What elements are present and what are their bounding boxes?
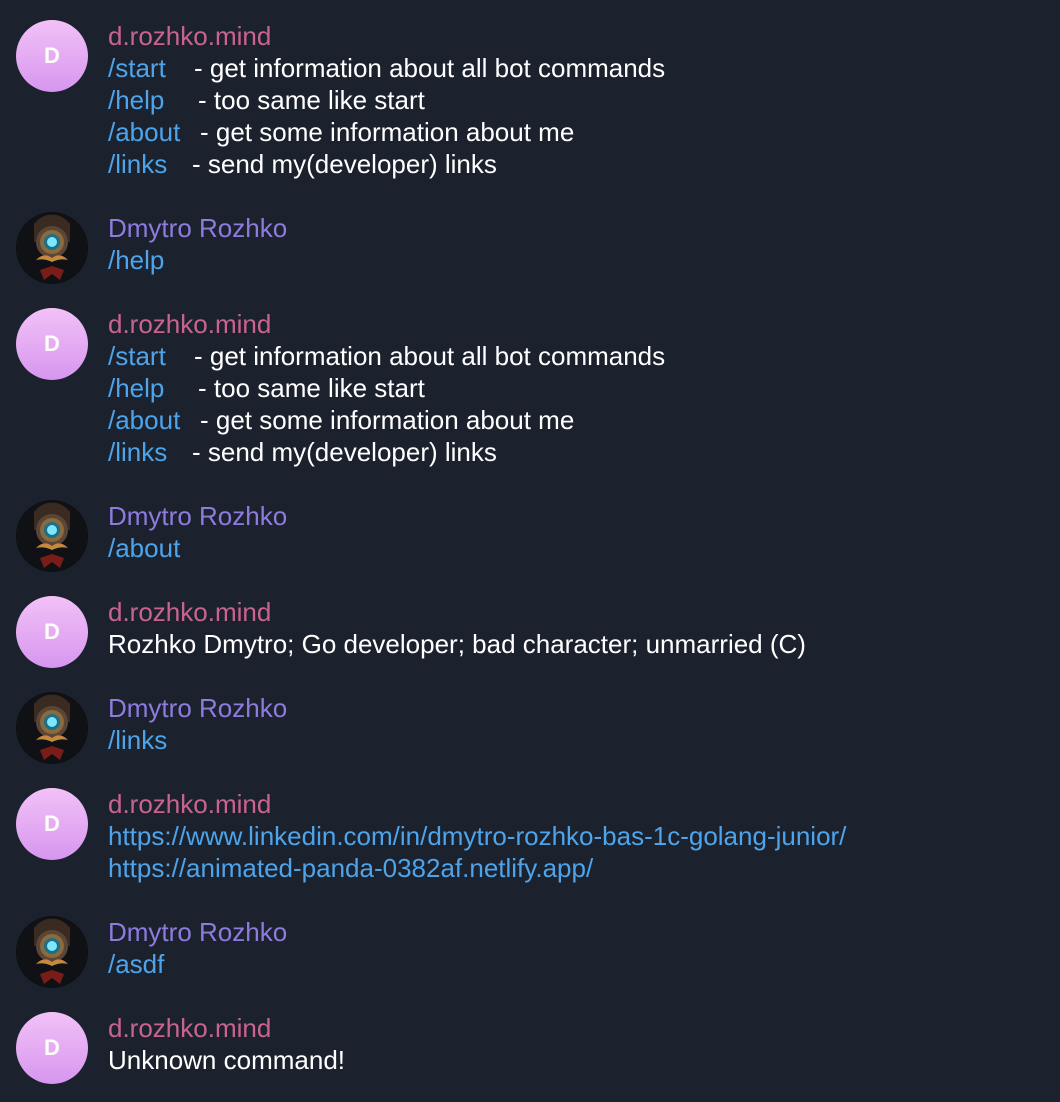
help-line: /about - get some information about me — [108, 116, 1050, 148]
avatar-letter: D — [44, 619, 60, 644]
command-description: - too same like start — [198, 373, 425, 403]
bot-avatar[interactable]: D — [16, 308, 88, 380]
command-link[interactable]: /links — [108, 436, 192, 468]
message-content: d.rozhko.mind /start - get information ab… — [108, 20, 1050, 180]
chat-history: D d.rozhko.mind /start - get information … — [0, 0, 1060, 1102]
url-link[interactable]: https://animated-panda-0382af.netlify.ap… — [108, 852, 1050, 884]
sender-name[interactable]: d.rozhko.mind — [108, 596, 1050, 628]
avatar-letter: D — [44, 331, 60, 356]
help-line: /help - too same like start — [108, 372, 1050, 404]
command-description: - get some information about me — [200, 405, 575, 435]
message-content: d.rozhko.mind https://www.linkedin.com/i… — [108, 788, 1050, 884]
bot-avatar[interactable]: D — [16, 788, 88, 860]
bot-avatar[interactable]: D — [16, 596, 88, 668]
command-description: - too same like start — [198, 85, 425, 115]
sender-name[interactable]: Dmytro Rozhko — [108, 500, 1050, 532]
command-description: - send my(developer) links — [192, 149, 497, 179]
sender-name[interactable]: Dmytro Rozhko — [108, 692, 1050, 724]
user-avatar[interactable] — [16, 692, 88, 764]
help-line: /help - too same like start — [108, 84, 1050, 116]
robot-portrait-icon — [16, 916, 88, 988]
message-content: Dmytro Rozhko /about — [108, 500, 1050, 564]
user-avatar[interactable] — [16, 500, 88, 572]
message-text: Rozhko Dmytro; Go developer; bad charact… — [108, 629, 806, 659]
avatar-letter: D — [44, 1035, 60, 1060]
robot-portrait-icon — [16, 500, 88, 572]
command-link[interactable]: /about — [108, 116, 200, 148]
command-link[interactable]: /start — [108, 52, 194, 84]
sender-name[interactable]: d.rozhko.mind — [108, 308, 1050, 340]
avatar-letter: D — [44, 43, 60, 68]
robot-portrait-icon — [16, 212, 88, 284]
message-content: d.rozhko.mind /start - get information ab… — [108, 308, 1050, 468]
help-line: /start - get information about all bot co… — [108, 52, 1050, 84]
message-content: Dmytro Rozhko /links — [108, 692, 1050, 756]
bot-avatar[interactable]: D — [16, 1012, 88, 1084]
message-content: d.rozhko.mind Rozhko Dmytro; Go develope… — [108, 596, 1050, 660]
sender-name[interactable]: Dmytro Rozhko — [108, 916, 1050, 948]
help-line: /links - send my(developer) links — [108, 148, 1050, 180]
help-line: /start - get information about all bot co… — [108, 340, 1050, 372]
sender-name[interactable]: d.rozhko.mind — [108, 20, 1050, 52]
command-description: - get information about all bot commands — [194, 341, 666, 371]
command-link[interactable]: /asdf — [108, 948, 1050, 980]
sender-name[interactable]: d.rozhko.mind — [108, 788, 1050, 820]
command-link[interactable]: /help — [108, 372, 198, 404]
bot-avatar[interactable]: D — [16, 20, 88, 92]
command-description: - send my(developer) links — [192, 437, 497, 467]
user-avatar[interactable] — [16, 916, 88, 988]
command-link[interactable]: /about — [108, 404, 200, 436]
command-link[interactable]: /start — [108, 340, 194, 372]
command-link[interactable]: /links — [108, 724, 1050, 756]
command-link[interactable]: /links — [108, 148, 192, 180]
sender-name[interactable]: Dmytro Rozhko — [108, 212, 1050, 244]
avatar-letter: D — [44, 811, 60, 836]
help-line: /links - send my(developer) links — [108, 436, 1050, 468]
command-description: - get some information about me — [200, 117, 575, 147]
url-link[interactable]: https://www.linkedin.com/in/dmytro-rozhk… — [108, 820, 1050, 852]
help-line: /about - get some information about me — [108, 404, 1050, 436]
message-content: Dmytro Rozhko /asdf — [108, 916, 1050, 980]
sender-name[interactable]: d.rozhko.mind — [108, 1012, 1050, 1044]
message-content: Dmytro Rozhko /help — [108, 212, 1050, 276]
command-link[interactable]: /help — [108, 244, 1050, 276]
robot-portrait-icon — [16, 692, 88, 764]
message-text: Unknown command! — [108, 1045, 345, 1075]
command-link[interactable]: /help — [108, 84, 198, 116]
command-description: - get information about all bot commands — [194, 53, 666, 83]
message-content: d.rozhko.mind Unknown command! — [108, 1012, 1050, 1076]
user-avatar[interactable] — [16, 212, 88, 284]
command-link[interactable]: /about — [108, 532, 1050, 564]
